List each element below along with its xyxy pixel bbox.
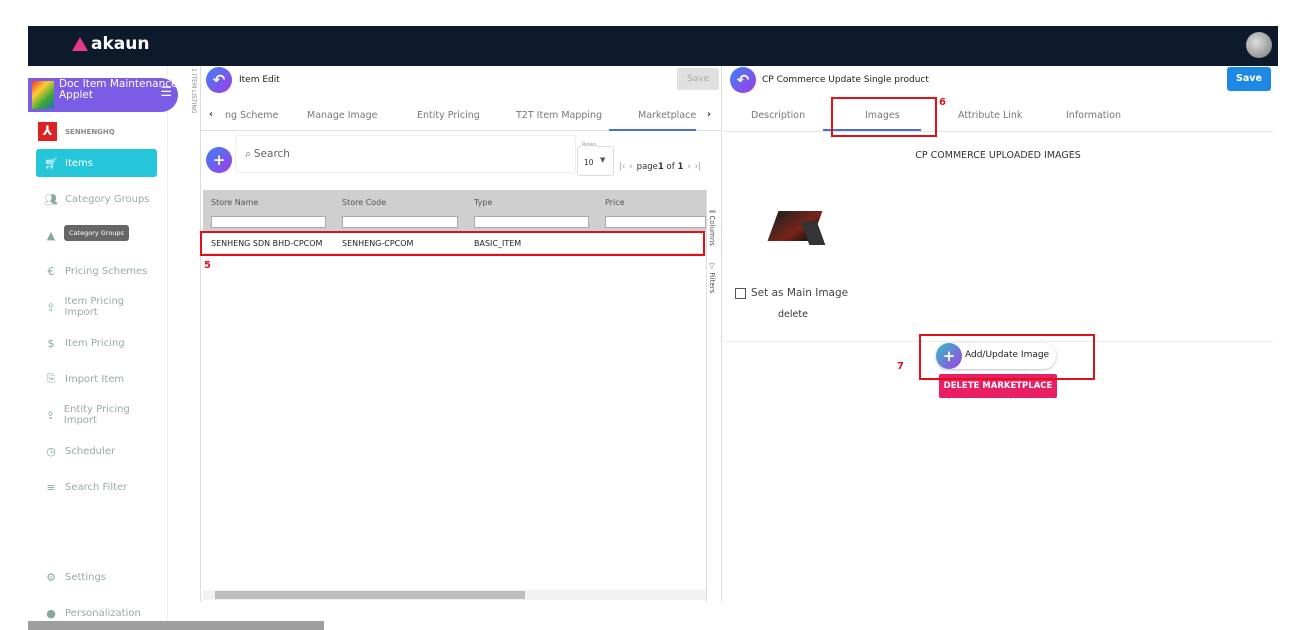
applet-logo [32, 81, 54, 109]
filter-store-code[interactable] [342, 216, 458, 228]
sidebar-item-scheduler[interactable]: ◷ Scheduler [36, 437, 157, 465]
cart-icon: 🛒︎ [44, 156, 58, 170]
panel-title: Item Edit [239, 75, 280, 85]
status-url-bar [28, 621, 324, 630]
rows-select[interactable]: Rows 10 ▼ [577, 142, 614, 176]
sidebar-item-item-pricing[interactable]: $ Item Pricing [36, 329, 157, 357]
images-heading: CP COMMERCE UPLOADED IMAGES [915, 150, 1081, 161]
right-save-button[interactable]: Save [1227, 67, 1271, 91]
sidebar-item-import-item[interactable]: ⎘ Import Item [36, 365, 157, 393]
akaun-logo[interactable]: akaun [72, 34, 149, 54]
euro-icon: € [47, 264, 55, 278]
chevron-down-icon: ▼ [600, 156, 606, 164]
sidebar-item-pricing-schemes[interactable]: € Pricing Schemes [36, 257, 157, 285]
set-main-image[interactable]: Set as Main Image [735, 287, 848, 299]
annotation-box-7 [919, 334, 1095, 380]
column-store-name[interactable]: Store Name [211, 198, 258, 207]
tab-marketplace[interactable]: Marketplace [638, 110, 696, 121]
applet-header: Doc Item Maintenance Applet ☰ [28, 78, 178, 112]
tab-information[interactable]: Information [1066, 110, 1121, 121]
filter-type[interactable] [474, 216, 589, 228]
annotation-box-6 [831, 97, 937, 137]
shapes-icon: ▲ [46, 228, 56, 242]
company-badge: ⅄ SENHENGHQ [38, 122, 115, 141]
filters-tool[interactable]: ▽ Filters [708, 262, 716, 293]
tooltip: Category Groups [64, 225, 129, 241]
next-page-icon[interactable]: › [687, 162, 690, 172]
annotation-label-7: 7 [897, 361, 904, 372]
right-panel-title: CP Commerce Update Single product [762, 75, 929, 85]
clock-icon: ◷ [46, 444, 56, 458]
pagination: |‹ ‹ page1 of 1 › ›| [619, 162, 702, 172]
tab-entity-pricing[interactable]: Entity Pricing [417, 110, 480, 121]
group-icon: 👥︎ [44, 192, 58, 206]
checkbox[interactable] [735, 287, 746, 299]
right-back-button[interactable]: ↶ [730, 67, 756, 93]
annotation-label-6: 6 [939, 97, 946, 108]
annotation-label-5: 5 [204, 260, 211, 271]
search-icon: ⌕ [245, 147, 251, 160]
tab-attribute-link[interactable]: Attribute Link [958, 110, 1022, 121]
save-button[interactable]: Save [677, 68, 719, 90]
filter-store-name[interactable] [211, 216, 326, 228]
product-image[interactable] [765, 211, 826, 247]
back-button[interactable]: ↶ [206, 67, 232, 93]
sidebar-item-search-filter[interactable]: ≡ Search Filter [36, 473, 157, 501]
annotation-box-5 [200, 231, 705, 256]
file-import-icon: ⎘ [46, 372, 56, 385]
horizontal-scrollbar[interactable] [203, 590, 706, 600]
tab-scroll-left[interactable]: ‹ [209, 109, 213, 120]
scrollbar-thumb[interactable] [215, 591, 525, 599]
column-store-code[interactable]: Store Code [342, 198, 386, 207]
top-bar [28, 26, 1278, 66]
tab-scroll-right[interactable]: › [707, 109, 711, 120]
table-header [203, 190, 706, 212]
upload-icon: ⇪ [46, 300, 56, 314]
dollar-icon: $ [47, 336, 55, 350]
columns-tool[interactable]: ⫼ Columns [708, 210, 716, 246]
person-icon: ● [46, 606, 56, 620]
company-logo: ⅄ [38, 122, 57, 141]
item-listing-label[interactable]: 1 ITEM LISTING [185, 68, 197, 114]
upload-icon: ⇪ [45, 408, 55, 422]
active-tab-indicator [609, 129, 696, 131]
sidebar-item-item-pricing-import[interactable]: ⇪ Item Pricing Import [36, 293, 157, 321]
delete-link[interactable]: delete [778, 309, 808, 320]
user-avatar[interactable] [1246, 32, 1272, 58]
column-type[interactable]: Type [474, 198, 492, 207]
search-input[interactable]: ⌕ Search [235, 135, 576, 173]
add-button[interactable]: + [206, 147, 232, 173]
sidebar-item-settings[interactable]: ⚙ Settings [36, 563, 157, 591]
search-filter-icon: ≡ [46, 480, 56, 494]
tab-pricing-scheme[interactable]: ng Scheme [225, 110, 278, 121]
column-price[interactable]: Price [605, 198, 625, 207]
last-page-icon[interactable]: ›| [695, 162, 701, 172]
sidebar-item-category-groups[interactable]: 👥︎ Category Groups [36, 185, 157, 213]
sidebar-item-items[interactable]: 🛒︎ Items [36, 149, 157, 177]
gear-icon: ⚙ [46, 570, 56, 584]
first-page-icon[interactable]: |‹ [619, 162, 625, 172]
tab-t2t-item-mapping[interactable]: T2T Item Mapping [516, 110, 602, 121]
tab-divider [723, 131, 1273, 132]
side-tool-bar [706, 190, 722, 602]
filter-price[interactable] [605, 216, 706, 228]
collapse-menu-icon[interactable]: ☰ [160, 86, 172, 99]
sidebar-item-entity-pricing-import[interactable]: ⇪ Entity Pricing Import [36, 401, 157, 429]
tab-description[interactable]: Description [751, 110, 805, 121]
tab-manage-image[interactable]: Manage Image [307, 110, 378, 121]
prev-page-icon[interactable]: ‹ [629, 162, 632, 172]
